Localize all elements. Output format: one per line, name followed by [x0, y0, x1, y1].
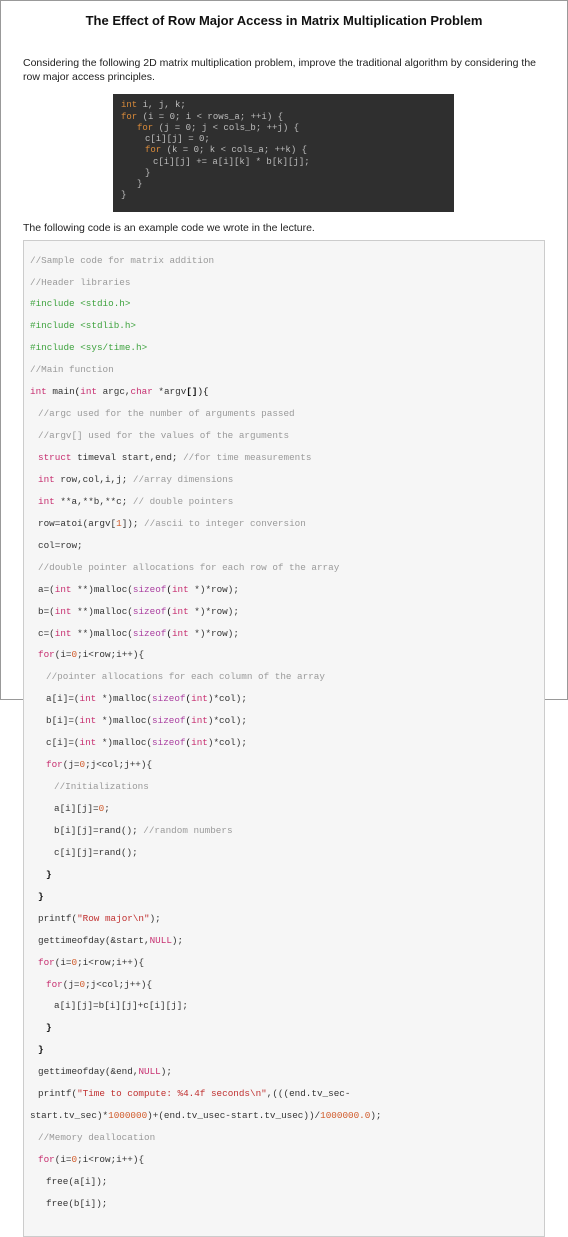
- between-paragraph: The following code is an example code we…: [23, 222, 545, 234]
- code-line: int main(int argc,char *argv[]){: [30, 387, 538, 398]
- code-line: free(b[i]);: [30, 1199, 538, 1210]
- code-line: }: [121, 190, 446, 201]
- code-line: c[i]=(int *)malloc(sizeof(int)*col);: [30, 738, 538, 749]
- code-line: c[i][j] += a[i][k] * b[k][j];: [121, 157, 446, 168]
- dark-code-block: int i, j, k; for (i = 0; i < rows_a; ++i…: [113, 94, 454, 211]
- code-line: int row,col,i,j; //array dimensions: [30, 475, 538, 486]
- code-line: b[i][j]=rand(); //random numbers: [30, 826, 538, 837]
- code-line: int i, j, k;: [121, 100, 446, 111]
- light-code-block: //Sample code for matrix addition //Head…: [23, 240, 545, 1237]
- code-line: for(i=0;i<row;i++){: [30, 650, 538, 661]
- code-line: gettimeofday(&end,NULL);: [30, 1067, 538, 1078]
- code-line: int **a,**b,**c; // double pointers: [30, 497, 538, 508]
- code-line: c[i][j]=rand();: [30, 848, 538, 859]
- code-line: }: [121, 168, 446, 179]
- code-line: c=(int **)malloc(sizeof(int *)*row);: [30, 629, 538, 640]
- code-line: //Main function: [30, 365, 538, 376]
- code-line: //Header libraries: [30, 278, 538, 289]
- code-line: }: [30, 1045, 538, 1056]
- code-line: #include <sys/time.h>: [30, 343, 538, 354]
- code-line: //argc used for the number of arguments …: [30, 409, 538, 420]
- code-line: }: [30, 892, 538, 903]
- code-line: for(i=0;i<row;i++){: [30, 1155, 538, 1166]
- code-line: }: [30, 1023, 538, 1034]
- code-line: for (j = 0; j < cols_b; ++j) {: [121, 123, 446, 134]
- code-line: for(i=0;i<row;i++){: [30, 958, 538, 969]
- code-line: b=(int **)malloc(sizeof(int *)*row);: [30, 607, 538, 618]
- code-line: c[i][j] = 0;: [121, 134, 446, 145]
- code-line: printf("Row major\n");: [30, 914, 538, 925]
- page-title: The Effect of Row Major Access in Matrix…: [23, 13, 545, 28]
- code-line: for (k = 0; k < cols_a; ++k) {: [121, 145, 446, 156]
- code-line: //pointer allocations for each column of…: [30, 672, 538, 683]
- code-line: struct timeval start,end; //for time mea…: [30, 453, 538, 464]
- code-line: //double pointer allocations for each ro…: [30, 563, 538, 574]
- code-line: col=row;: [30, 541, 538, 552]
- code-line: printf("Time to compute: %4.4f seconds\n…: [30, 1089, 538, 1100]
- code-line: for(j=0;j<col;j++){: [30, 760, 538, 771]
- code-line: //argv[] used for the values of the argu…: [30, 431, 538, 442]
- code-line: row=atoi(argv[1]); //ascii to integer co…: [30, 519, 538, 530]
- code-line: b[i]=(int *)malloc(sizeof(int)*col);: [30, 716, 538, 727]
- code-line: //Sample code for matrix addition: [30, 256, 538, 267]
- code-line: free(a[i]);: [30, 1177, 538, 1188]
- intro-paragraph: Considering the following 2D matrix mult…: [23, 56, 545, 84]
- code-line: }: [30, 870, 538, 881]
- code-line: //Memory deallocation: [30, 1133, 538, 1144]
- code-line: a[i][j]=b[i][j]+c[i][j];: [30, 1001, 538, 1012]
- code-line: a[i][j]=0;: [30, 804, 538, 815]
- code-line: start.tv_sec)*1000000)+(end.tv_usec-star…: [30, 1111, 538, 1122]
- code-line: a=(int **)malloc(sizeof(int *)*row);: [30, 585, 538, 596]
- code-line: //Initializations: [30, 782, 538, 793]
- code-line: #include <stdlib.h>: [30, 321, 538, 332]
- code-line: for (i = 0; i < rows_a; ++i) {: [121, 112, 446, 123]
- code-line: gettimeofday(&start,NULL);: [30, 936, 538, 947]
- code-line: #include <stdio.h>: [30, 299, 538, 310]
- code-line: }: [121, 179, 446, 190]
- code-line: for(j=0;j<col;j++){: [30, 980, 538, 991]
